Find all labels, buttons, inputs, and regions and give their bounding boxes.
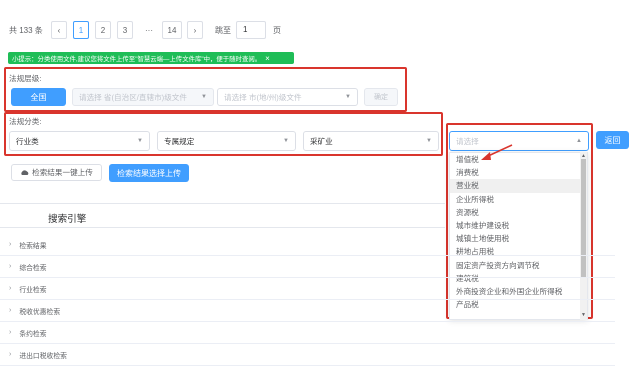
section-divider xyxy=(0,203,445,204)
category-select-value: 专属规定 xyxy=(164,136,195,146)
jump-page-input[interactable]: 1 xyxy=(236,21,266,39)
city-placeholder: 请选择 市(地/州)级文件 xyxy=(224,92,302,102)
chevron-down-icon: ▼ xyxy=(283,138,289,144)
accordion-label: 条约检索 xyxy=(19,330,47,338)
tax-type-select[interactable]: 请选择 ▲ xyxy=(449,131,589,151)
tip-banner: 小提示：分类使用文件,建议您将文件上传至"智慧云端—上传文件库"中，便于随时查阅… xyxy=(8,52,294,64)
scroll-up-icon[interactable]: ▲ xyxy=(581,153,586,159)
accordion-tax-incentive-search[interactable]: › 税收优惠检索 xyxy=(0,300,615,322)
dropdown-option-urban-maintenance[interactable]: 城市维护建设税 xyxy=(450,219,587,232)
accordion-search-results[interactable]: › 检索结果 xyxy=(0,234,615,256)
red-arrow-icon xyxy=(481,144,513,160)
section-divider xyxy=(0,227,445,228)
accordion-industry-search[interactable]: › 行业检索 xyxy=(0,278,615,300)
category-label: 法规分类: xyxy=(9,117,42,126)
return-button[interactable]: 返回 xyxy=(596,131,629,149)
national-button[interactable]: 全国 xyxy=(11,88,66,106)
chevron-right-icon: › xyxy=(9,307,12,314)
chevron-right-icon: › xyxy=(9,263,12,270)
level-label: 法规层级: xyxy=(9,74,42,83)
chevron-down-icon: ▼ xyxy=(137,138,143,144)
dropdown-option-vat[interactable]: 增值税 xyxy=(450,153,587,166)
tax-type-placeholder: 请选择 xyxy=(456,136,479,146)
chevron-down-icon: ▼ xyxy=(201,94,207,100)
dropdown-option-consumption[interactable]: 消费税 xyxy=(450,166,587,179)
city-select[interactable]: 请选择 市(地/州)级文件 ▼ xyxy=(217,88,358,106)
accordion-label: 行业检索 xyxy=(19,286,47,294)
chevron-down-icon: ▼ xyxy=(426,138,432,144)
next-page-button[interactable]: › xyxy=(187,21,203,39)
chevron-right-icon: › xyxy=(9,285,12,292)
category-select-value: 行业类 xyxy=(16,136,39,146)
total-count: 共 133 条 xyxy=(9,26,43,35)
prev-page-button[interactable]: ‹ xyxy=(51,21,67,39)
category-select-value: 采矿业 xyxy=(310,136,333,146)
accordion-label: 综合检索 xyxy=(19,264,47,272)
category-select-industry[interactable]: 行业类 ▼ xyxy=(9,131,150,151)
upload-all-button[interactable]: 检索结果一键上传 xyxy=(11,164,102,181)
page-2-button[interactable]: 2 xyxy=(95,21,111,39)
chevron-right-icon: › xyxy=(9,329,12,336)
accordion-label: 税收优惠检索 xyxy=(19,308,61,316)
page-1-button[interactable]: 1 xyxy=(73,21,89,39)
accordion-treaty-search[interactable]: › 条约检索 xyxy=(0,322,615,344)
upload-all-label: 检索结果一键上传 xyxy=(32,168,93,177)
close-icon[interactable]: × xyxy=(265,54,270,63)
upload-selected-button[interactable]: 检索结果选择上传 xyxy=(109,164,189,182)
page-unit-label: 页 xyxy=(273,26,281,35)
search-engine-title: 搜索引擎 xyxy=(48,214,87,225)
chevron-down-icon: ▼ xyxy=(345,94,351,100)
jump-label: 跳至 xyxy=(215,26,231,35)
dropdown-option-resource[interactable]: 资源税 xyxy=(450,206,587,219)
page-14-button[interactable]: 14 xyxy=(162,21,182,39)
chevron-right-icon: › xyxy=(9,241,12,248)
accordion-import-export-search[interactable]: › 进出口税收检索 xyxy=(0,344,615,366)
accordion-label: 检索结果 xyxy=(19,242,47,250)
page-3-button[interactable]: 3 xyxy=(117,21,133,39)
chevron-right-icon: › xyxy=(9,351,12,358)
accordion-label: 进出口税收检索 xyxy=(19,352,67,360)
category-select-mining[interactable]: 采矿业 ▼ xyxy=(303,131,439,151)
province-placeholder: 请选择 省(自治区/直辖市)级文件 xyxy=(79,92,187,102)
dropdown-option-enterprise-income[interactable]: 企业所得税 xyxy=(450,193,587,206)
dropdown-option-business[interactable]: 营业税 xyxy=(450,179,587,193)
tip-text: 小提示：分类使用文件,建议您将文件上传至"智慧云端—上传文件库"中，便于随时查阅… xyxy=(12,55,262,63)
chevron-up-icon: ▲ xyxy=(576,138,582,144)
accordion-general-search[interactable]: › 综合检索 xyxy=(0,256,615,278)
category-select-special[interactable]: 专属规定 ▼ xyxy=(157,131,296,151)
confirm-button[interactable]: 确定 xyxy=(364,88,398,106)
province-select[interactable]: 请选择 省(自治区/直辖市)级文件 ▼ xyxy=(72,88,214,106)
pagination-ellipsis[interactable]: ··· xyxy=(141,21,157,39)
cloud-upload-icon xyxy=(21,170,29,175)
